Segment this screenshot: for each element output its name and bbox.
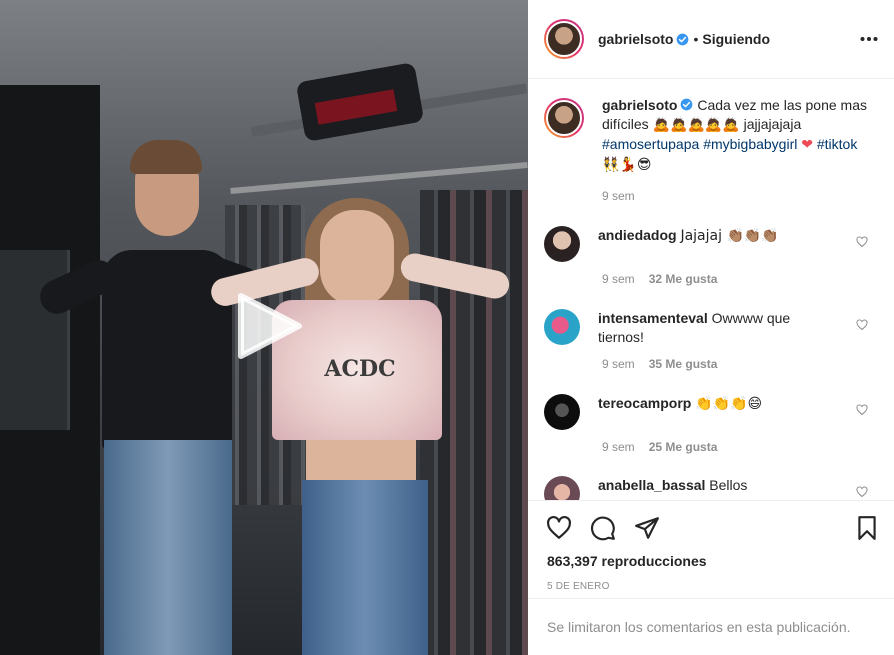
comment-text: intensamenteval Owwww que tiernos!: [598, 309, 828, 347]
separator-dot: •: [693, 31, 699, 47]
like-comment-heart-icon[interactable]: [856, 486, 868, 498]
heart-icon[interactable]: [546, 515, 572, 541]
header-username[interactable]: gabrielsoto: [598, 31, 673, 47]
following-button[interactable]: Siguiendo: [702, 31, 770, 47]
comment-body: Jajajaj 👏🏽👏🏽👏🏽: [680, 228, 779, 244]
avatar[interactable]: [544, 98, 584, 138]
video-player[interactable]: ACDC: [0, 0, 528, 655]
comment-item: andiedadog Jajajaj 👏🏽👏🏽👏🏽: [544, 226, 878, 262]
comment-text: tereocamporp 👏👏👏😄: [598, 394, 828, 430]
comment-body: 👏👏👏😄: [695, 396, 763, 412]
caption-laugh: jajjajajaja: [743, 116, 802, 132]
comment-username[interactable]: tereocamporp: [598, 395, 691, 411]
caption-username[interactable]: gabrielsoto: [602, 97, 677, 113]
comment-item: anabella_bassal Bellos: [544, 476, 878, 500]
avatar[interactable]: [544, 19, 584, 59]
caption-emojis: 🙇🙇🙇🙇🙇: [652, 117, 740, 133]
avatar[interactable]: [544, 394, 580, 430]
comment-item: intensamenteval Owwww que tiernos!: [544, 309, 878, 347]
comment-username[interactable]: andiedadog: [598, 227, 677, 243]
comment-likes[interactable]: 25 Me gusta: [649, 440, 718, 454]
post-side-panel: gabrielsoto • Siguiendo gabrielsoto Cada…: [528, 0, 894, 655]
like-comment-heart-icon[interactable]: [856, 404, 868, 416]
post-header: gabrielsoto • Siguiendo: [528, 0, 894, 79]
comment-body: Bellos: [709, 477, 748, 493]
more-horizontal-icon[interactable]: [860, 36, 878, 42]
avatar[interactable]: [544, 226, 580, 262]
comment-meta: 9 sem 35 Me gusta: [602, 357, 878, 371]
comment-icon[interactable]: [590, 515, 616, 541]
hashtag-link[interactable]: #amosertupapa: [602, 136, 699, 152]
views-count[interactable]: 863,397 reproducciones: [547, 553, 707, 569]
caption-trailing-emojis: 👯💃😎: [602, 157, 652, 173]
heart-emoji: ❤: [801, 137, 813, 153]
verified-badge-icon: [681, 98, 693, 111]
video-shirt-print: ACDC: [324, 356, 396, 382]
comments-limited-notice: Se limitaron los comentarios en esta pub…: [528, 598, 894, 655]
comment-time[interactable]: 9 sem: [602, 357, 635, 371]
comment-time[interactable]: 9 sem: [602, 272, 635, 286]
hashtag-link[interactable]: #mybigbabygirl: [703, 136, 797, 152]
comment-username[interactable]: intensamenteval: [598, 310, 708, 326]
comments-list[interactable]: gabrielsoto Cada vez me las pone mas dif…: [528, 80, 894, 500]
caption-time[interactable]: 9 sem: [602, 189, 635, 203]
post-date[interactable]: 5 DE ENERO: [547, 581, 610, 592]
share-icon[interactable]: [634, 515, 660, 541]
video-man-jeans: [104, 440, 232, 655]
comment-likes[interactable]: 32 Me gusta: [649, 272, 718, 286]
comment-meta: 9 sem 25 Me gusta: [602, 440, 878, 454]
caption-text: gabrielsoto Cada vez me las pone mas dif…: [602, 96, 872, 175]
play-icon[interactable]: [233, 290, 305, 362]
post-actions: 863,397 reproducciones 5 DE ENERO: [528, 500, 894, 598]
caption-meta: 9 sem: [602, 189, 878, 203]
verified-badge-icon: [677, 33, 689, 45]
avatar[interactable]: [544, 309, 580, 345]
comment-text: andiedadog Jajajaj 👏🏽👏🏽👏🏽: [598, 226, 828, 262]
like-comment-heart-icon[interactable]: [856, 319, 868, 331]
comment-text: anabella_bassal Bellos: [598, 476, 828, 500]
video-girl-head: [320, 210, 394, 306]
avatar[interactable]: [544, 476, 580, 500]
video-girl-jeans: [302, 480, 428, 655]
like-comment-heart-icon[interactable]: [856, 236, 868, 248]
comment-time[interactable]: 9 sem: [602, 440, 635, 454]
comment-username[interactable]: anabella_bassal: [598, 477, 705, 493]
comment-item: tereocamporp 👏👏👏😄: [544, 394, 878, 430]
post-caption: gabrielsoto Cada vez me las pone mas dif…: [544, 96, 878, 175]
comment-meta: 9 sem 32 Me gusta: [602, 272, 878, 286]
bookmark-icon[interactable]: [854, 515, 880, 541]
comment-likes[interactable]: 35 Me gusta: [649, 357, 718, 371]
video-girl-belly: [306, 440, 416, 485]
hashtag-link[interactable]: #tiktok: [817, 136, 857, 152]
video-man-hair: [130, 140, 202, 174]
